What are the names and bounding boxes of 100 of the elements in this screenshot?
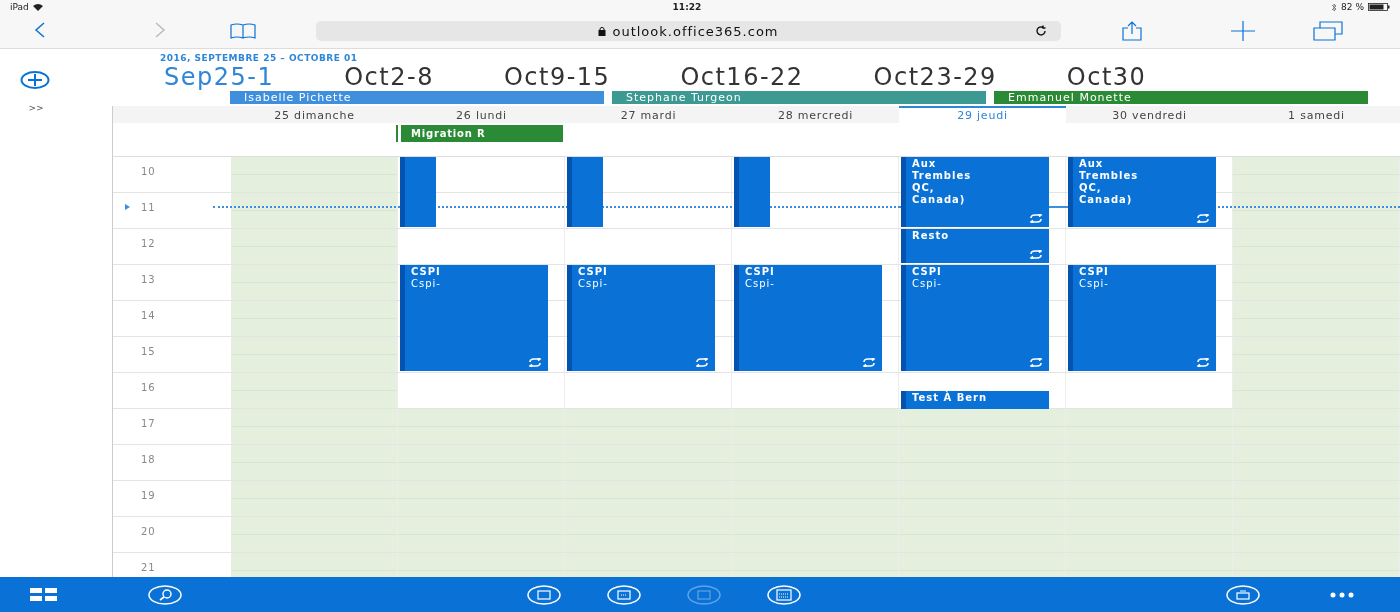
week-tab[interactable]: Oct30: [1066, 63, 1147, 90]
event-title: Test À Bern: [912, 392, 989, 404]
tray-icon: [1226, 584, 1260, 605]
recurring-icon: [1029, 214, 1043, 223]
week-tab[interactable]: Sep25-1: [164, 63, 275, 90]
expand-button[interactable]: >>: [28, 103, 44, 113]
bookmarks-button[interactable]: [230, 23, 256, 39]
day-header[interactable]: 30 vendredi: [1066, 106, 1233, 123]
new-tab-button[interactable]: [1231, 21, 1255, 41]
more-button[interactable]: [1330, 591, 1354, 598]
recurring-icon: [1196, 358, 1210, 367]
add-icon: [20, 71, 50, 89]
day-header[interactable]: 26 lundi: [398, 106, 565, 123]
event-block[interactable]: CSPI Cspi-: [400, 265, 548, 371]
month-view-icon: [767, 584, 801, 605]
event-block[interactable]: CSPI Cspi-: [567, 265, 715, 371]
event-block[interactable]: CSPI Cspi-: [734, 265, 882, 371]
event-title: CSPI: [745, 266, 776, 278]
clock: 11:22: [672, 2, 702, 12]
url-text: outlook.office365.com: [612, 23, 779, 39]
event-block[interactable]: Aux Trembles QC, Canada): [901, 157, 1049, 227]
event-block[interactable]: Test À Bern: [901, 391, 1049, 409]
wifi-icon: [32, 3, 43, 11]
recurring-icon: [862, 358, 876, 367]
reload-icon[interactable]: [1035, 25, 1047, 37]
chevron-left-icon: [34, 21, 46, 39]
event-subtitle: Cspi-: [745, 278, 776, 290]
search-button[interactable]: [148, 584, 182, 605]
event-title: Aux Trembles QC, Canada): [1079, 158, 1140, 206]
book-icon: [230, 23, 256, 39]
week-tab[interactable]: Oct9-15: [503, 63, 611, 90]
view-button[interactable]: [607, 584, 641, 605]
view-button[interactable]: [527, 584, 561, 605]
hour-label: 20: [141, 526, 156, 537]
day-view-icon: [527, 584, 561, 605]
calendar-bar[interactable]: Emmanuel Monette: [994, 91, 1368, 104]
event-block[interactable]: Resto: [901, 229, 1049, 263]
work-week-view-icon: [607, 584, 641, 605]
recurring-icon: [1196, 214, 1210, 223]
calendar-grid[interactable]: 10 11 12 13 14 15 16 17 18 19 20 21 CSPI Cspi- CSPI Cspi- CSPI Cspi- Aux Trembles QC, Canada) Resto CSPI Cspi- Test À Bern Aux Trembles QC, Canada) CSPI Cspi-: [112, 157, 1400, 577]
event-subtitle: Cspi-: [578, 278, 609, 290]
lock-icon: [598, 26, 607, 36]
event-title: CSPI: [578, 266, 609, 278]
day-header[interactable]: 1 samedi: [1233, 106, 1400, 123]
calendar-bar[interactable]: Stephane Turgeon: [612, 91, 986, 104]
week-view-icon: [687, 584, 721, 605]
hour-label: 11: [141, 202, 156, 213]
search-icon: [148, 584, 182, 605]
hour-label: 12: [141, 238, 156, 249]
device-name: iPad: [10, 2, 29, 12]
event-subtitle: Cspi-: [411, 278, 442, 290]
tabs-icon: [1313, 21, 1343, 41]
hour-label: 18: [141, 454, 156, 465]
event-subtitle: Cspi-: [912, 278, 943, 290]
battery-percentage: 82 %: [1341, 2, 1364, 12]
hour-label: 13: [141, 274, 156, 285]
event-block[interactable]: [400, 157, 436, 227]
week-tab[interactable]: Oct2-8: [344, 63, 434, 90]
share-button[interactable]: [1121, 21, 1143, 41]
more-icon: [1330, 591, 1354, 598]
hour-label: 17: [141, 418, 156, 429]
event-title: Aux Trembles QC, Canada): [912, 158, 973, 206]
battery-icon: [1368, 3, 1390, 11]
event-block[interactable]: CSPI Cspi-: [1068, 265, 1216, 371]
event-title: CSPI: [1079, 266, 1110, 278]
hour-label: 16: [141, 382, 156, 393]
off-hours-slot[interactable]: [1233, 193, 1400, 228]
event-subtitle: Cspi-: [1079, 278, 1110, 290]
print-button[interactable]: [1226, 584, 1260, 605]
event-block[interactable]: [567, 157, 603, 227]
chevron-right-icon: [154, 21, 166, 39]
event-block[interactable]: [734, 157, 770, 227]
event-block[interactable]: Aux Trembles QC, Canada): [1068, 157, 1216, 227]
date-range: 2016, SEPTEMBRE 25 – OCTOBRE 01: [159, 52, 359, 63]
week-tab[interactable]: Oct23-29: [873, 63, 997, 90]
hour-label: 19: [141, 490, 156, 501]
apps-button[interactable]: [30, 587, 58, 602]
tabs-button[interactable]: [1313, 21, 1343, 41]
view-button[interactable]: [767, 584, 801, 605]
event-title: CSPI: [411, 266, 442, 278]
off-hours-slot[interactable]: [231, 193, 398, 228]
new-event-button[interactable]: [20, 71, 50, 89]
day-header[interactable]: 29 jeudi: [899, 106, 1066, 123]
event-title: CSPI: [912, 266, 943, 278]
grid-icon: [30, 587, 58, 602]
hour-label: 21: [141, 562, 156, 573]
address-bar[interactable]: outlook.office365.com: [316, 21, 1061, 41]
all-day-event[interactable]: Migration R: [398, 125, 563, 142]
recurring-icon: [1029, 250, 1043, 259]
share-icon: [1121, 21, 1143, 41]
event-block[interactable]: CSPI Cspi-: [901, 265, 1049, 371]
day-header[interactable]: 28 mercredi: [732, 106, 899, 123]
calendar-bar[interactable]: Isabelle Pichette: [230, 91, 604, 104]
week-tab[interactable]: Oct16-22: [680, 63, 804, 90]
plus-icon: [1231, 21, 1255, 41]
day-header[interactable]: 25 dimanche: [231, 106, 398, 123]
day-header[interactable]: 27 mardi: [565, 106, 732, 123]
hour-label: 14: [141, 310, 156, 321]
bluetooth-icon: [1331, 2, 1338, 12]
event-title: Resto: [912, 230, 951, 242]
